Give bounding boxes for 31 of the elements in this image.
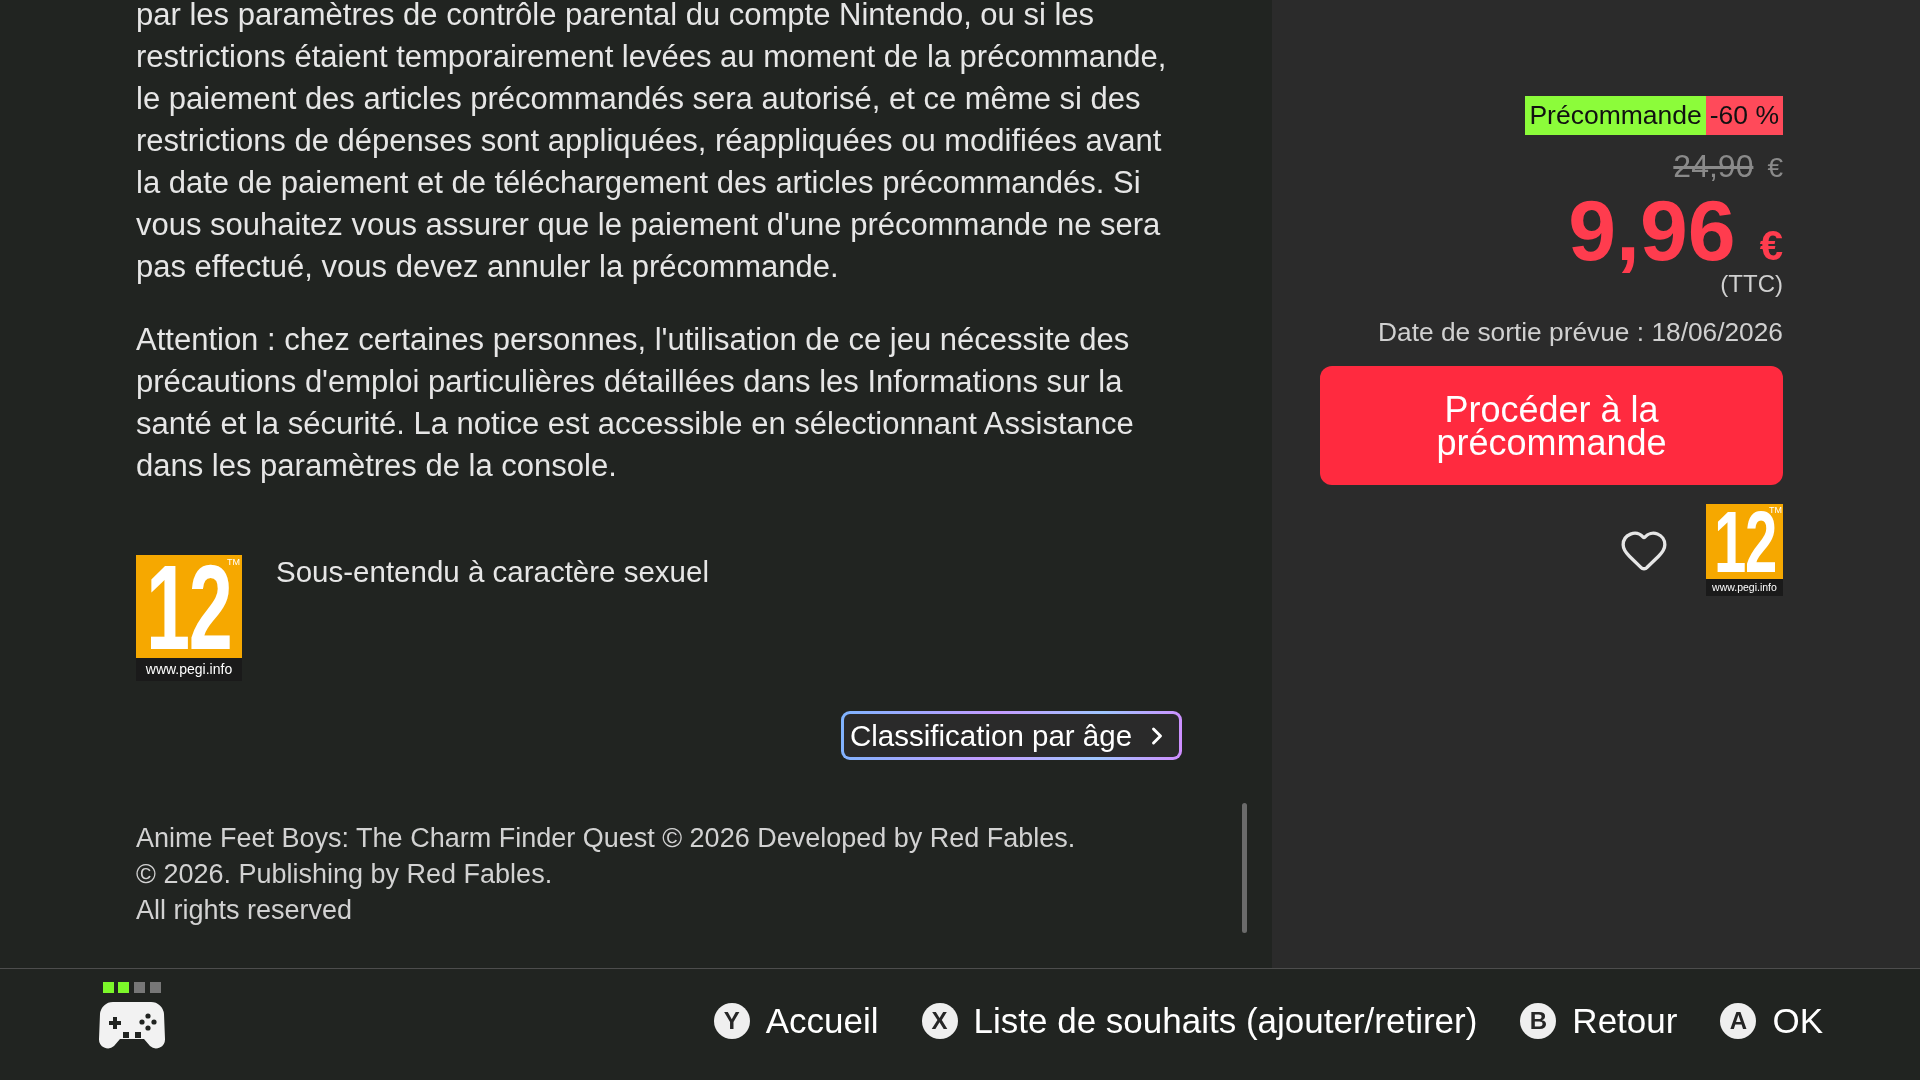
preorder-tag: Précommande: [1525, 96, 1706, 135]
footer-action-button[interactable]: Y Accueil: [713, 999, 879, 1042]
currency-symbol: €: [1759, 221, 1783, 271]
rating-website: www.pegi.info: [1711, 580, 1778, 595]
footer-action-button[interactable]: B Retour: [1520, 999, 1678, 1042]
preorder-button[interactable]: Procéder à la précommande: [1320, 366, 1783, 485]
copyright-line: © 2026. Publishing by Red Fables.: [136, 858, 554, 891]
currency-symbol: €: [1767, 151, 1783, 185]
key-glyph: X: [921, 1002, 958, 1039]
original-price: 24,90: [1673, 147, 1754, 185]
key-glyph: B: [1520, 1002, 1557, 1039]
scrollbar-thumb[interactable]: [1242, 803, 1247, 933]
content-descriptor: Sous-entendu à caractère sexuel: [276, 554, 709, 590]
player-lights-icon: [103, 982, 161, 993]
footer-action-button[interactable]: A OK: [1720, 999, 1823, 1042]
tax-note: (TTC): [1720, 270, 1783, 298]
copyright-line: All rights reserved: [136, 894, 354, 927]
rating-website: www.pegi.info: [144, 660, 234, 679]
release-date: Date de sortie prévue : 18/06/2026: [1378, 316, 1783, 348]
description-paragraph: par les paramètres de contrôle parental du compte Nintendo, ou si les restrictions étaient temporairement levées au moment de la précommande, le paiement des articles précommandés sera autorisé, et ce même si des restrictions de dépenses sont appliquées, réappliquées ou modifiées avant la date de paiement et de téléchargement des articles précommandés. Si vous souhaitez vous assurer que le paiement d'une précommande ne sera pas effectué, vous devez annuler la précommande.: [136, 0, 1168, 286]
key-glyph: A: [1720, 1002, 1757, 1039]
description-paragraph: Attention : chez certaines personnes, l'utilisation de ce jeu nécessite des précautions d'emploi particulières détaillées dans les Informations sur la santé et la sécurité. La notice est accessible en sélectionnant Assistance dans les paramètres de la console.: [136, 321, 1135, 485]
trademark-symbol: TM: [227, 557, 240, 567]
gamepad-icon: [98, 999, 166, 1051]
copyright-line: Anime Feet Boys: The Charm Finder Quest © 2026 Developed by Red Fables.: [136, 822, 1077, 855]
footer-action-button[interactable]: X Liste de souhaits (ajouter/retirer): [921, 999, 1478, 1042]
age-rating-link[interactable]: Classification par âge: [841, 711, 1182, 760]
key-glyph: Y: [713, 1002, 750, 1039]
discount-tag: -60 %: [1705, 96, 1783, 135]
sale-price: 9,96: [1568, 187, 1736, 273]
trademark-symbol: TM: [1769, 505, 1782, 515]
